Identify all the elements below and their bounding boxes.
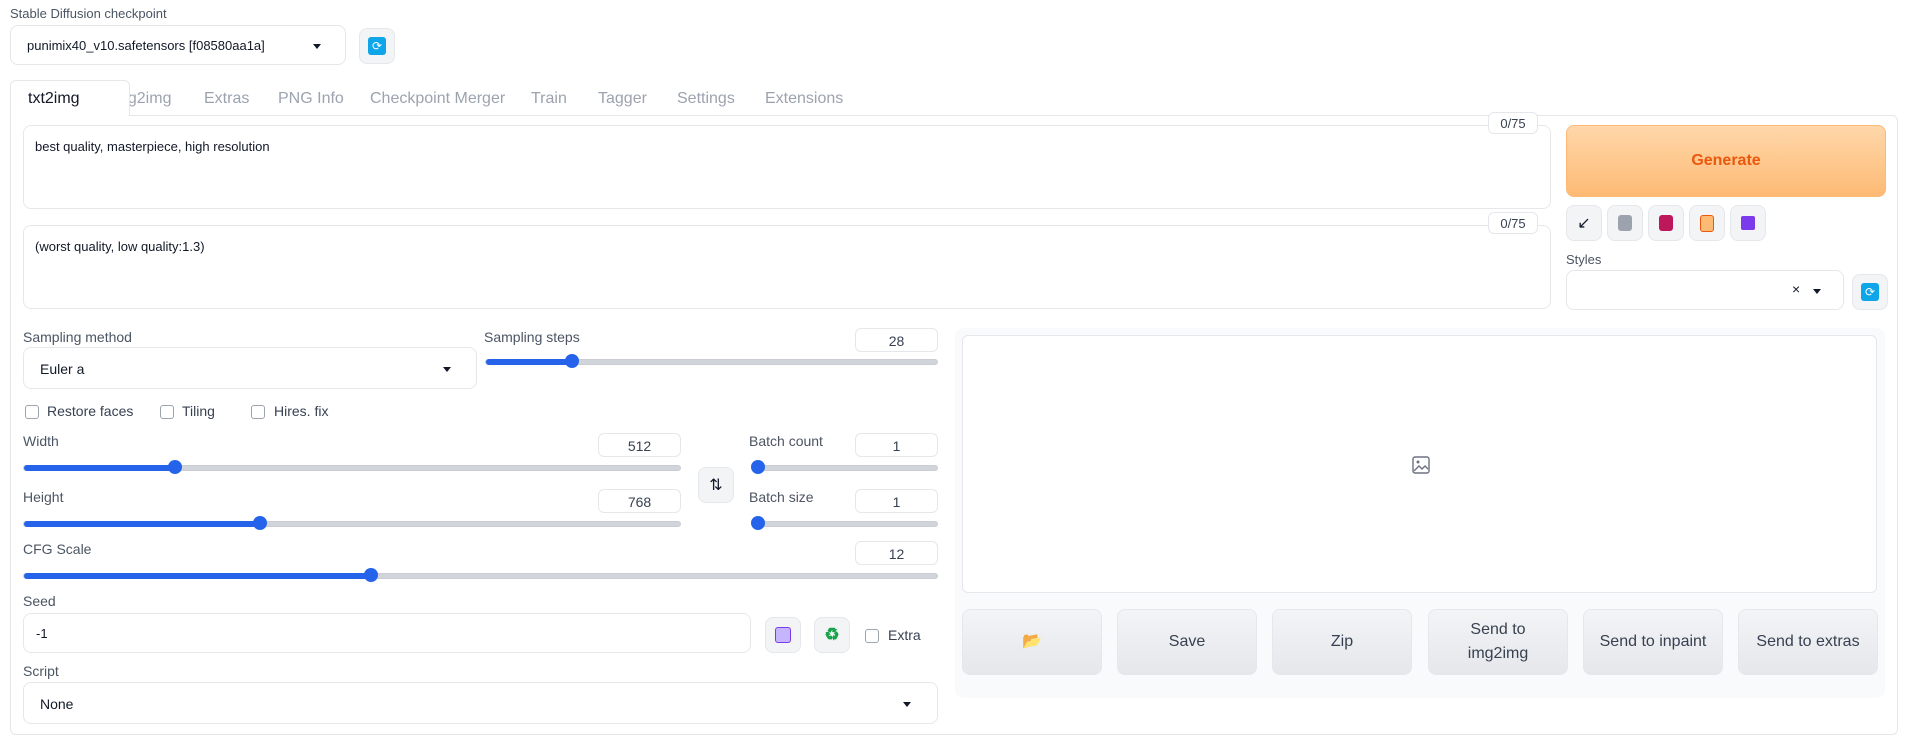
refresh-icon: ⟳ — [368, 37, 386, 55]
checkpoint-label: Stable Diffusion checkpoint — [10, 6, 167, 21]
floppy-disk-icon — [1741, 216, 1755, 230]
extra-seed-checkbox[interactable] — [865, 629, 879, 643]
open-folder-button[interactable]: 📂 — [962, 609, 1102, 675]
chevron-down-icon — [1813, 289, 1821, 294]
cfg-scale-label: CFG Scale — [23, 541, 92, 557]
image-placeholder-icon — [1412, 456, 1430, 474]
batch-count-slider[interactable] — [751, 460, 938, 474]
output-image-area — [962, 335, 1877, 593]
refresh-checkpoint-button[interactable]: ⟳ — [359, 28, 395, 64]
slider-thumb[interactable] — [363, 568, 378, 582]
sampling-steps-label: Sampling steps — [484, 329, 580, 345]
script-label: Script — [23, 663, 59, 679]
checkpoint-value: punimix40_v10.safetensors [f08580aa1a] — [27, 38, 265, 53]
send-to-img2img-button[interactable]: Send to img2img — [1428, 609, 1568, 675]
chevron-down-icon — [443, 367, 451, 372]
hires-fix-checkbox[interactable] — [251, 405, 265, 419]
tab-txt2img[interactable]: txt2img — [10, 80, 130, 116]
save-button[interactable]: Save — [1117, 609, 1257, 675]
restore-faces-checkbox[interactable] — [25, 405, 39, 419]
height-slider[interactable] — [23, 516, 681, 530]
seed-input[interactable]: -1 — [23, 613, 751, 653]
recycle-icon: ♻ — [824, 625, 840, 644]
batch-size-input[interactable]: 1 — [855, 489, 938, 513]
slider-thumb[interactable] — [751, 460, 765, 474]
width-label: Width — [23, 433, 59, 449]
styles-select[interactable]: × — [1566, 270, 1844, 310]
cfg-scale-input[interactable]: 12 — [855, 541, 938, 565]
save-style-button[interactable] — [1730, 205, 1766, 241]
trash-icon — [1618, 215, 1632, 231]
clipboard-icon — [1700, 214, 1714, 232]
styles-label: Styles — [1566, 252, 1602, 267]
swap-vertical-icon: ⇅ — [709, 477, 723, 494]
width-input[interactable]: 512 — [598, 433, 681, 457]
tab-png-info[interactable]: PNG Info — [278, 90, 344, 108]
tiling-label: Tiling — [182, 403, 215, 419]
apply-style-button[interactable] — [1689, 205, 1725, 241]
negative-prompt-textarea[interactable]: (worst quality, low quality:1.3) — [23, 225, 1551, 309]
generate-button[interactable]: Generate — [1566, 125, 1886, 197]
height-label: Height — [23, 489, 64, 505]
clear-prompt-button[interactable] — [1607, 205, 1643, 241]
random-seed-button[interactable] — [765, 617, 801, 653]
refresh-styles-button[interactable]: ⟳ — [1852, 274, 1888, 310]
negative-prompt-text: (worst quality, low quality:1.3) — [35, 239, 205, 254]
cfg-scale-slider[interactable] — [23, 568, 938, 582]
prompt-textarea[interactable]: best quality, masterpiece, high resoluti… — [23, 125, 1551, 209]
batch-count-input[interactable]: 1 — [855, 433, 938, 457]
arrow-down-left-icon: ↙ — [1577, 215, 1591, 232]
book-icon — [1659, 215, 1673, 231]
chevron-down-icon — [313, 44, 321, 49]
tab-settings[interactable]: Settings — [677, 90, 735, 108]
tab-checkpoint-merger[interactable]: Checkpoint Merger — [370, 90, 505, 108]
restore-faces-label: Restore faces — [47, 403, 134, 419]
sampling-method-select[interactable]: Euler a — [23, 347, 477, 389]
tab-tagger[interactable]: Tagger — [598, 90, 647, 108]
negative-prompt-token-counter: 0/75 — [1488, 212, 1538, 234]
width-slider[interactable] — [23, 460, 681, 474]
hires-fix-label: Hires. fix — [274, 403, 329, 419]
extra-networks-button[interactable] — [1648, 205, 1684, 241]
seed-label: Seed — [23, 593, 56, 609]
seed-value: -1 — [36, 626, 48, 641]
send-to-inpaint-button[interactable]: Send to inpaint — [1583, 609, 1723, 675]
script-value: None — [40, 696, 74, 712]
slider-thumb[interactable] — [751, 516, 765, 530]
batch-count-label: Batch count — [749, 433, 823, 449]
sampling-steps-slider[interactable] — [485, 354, 938, 368]
clear-icon[interactable]: × — [1792, 281, 1800, 297]
batch-size-slider[interactable] — [751, 516, 938, 530]
slider-thumb[interactable] — [167, 460, 182, 474]
read-params-button[interactable]: ↙ — [1566, 205, 1602, 241]
slider-thumb[interactable] — [564, 354, 579, 368]
refresh-icon: ⟳ — [1861, 283, 1879, 301]
swap-dimensions-button[interactable]: ⇅ — [698, 467, 734, 503]
tiling-checkbox[interactable] — [160, 405, 174, 419]
reuse-seed-button[interactable]: ♻ — [814, 617, 850, 653]
tab-train[interactable]: Train — [531, 90, 567, 108]
chevron-down-icon — [903, 702, 911, 707]
zip-button[interactable]: Zip — [1272, 609, 1412, 675]
extra-seed-label: Extra — [888, 627, 921, 643]
send-to-extras-button[interactable]: Send to extras — [1738, 609, 1878, 675]
checkpoint-select[interactable]: punimix40_v10.safetensors [f08580aa1a] — [10, 25, 346, 65]
dice-icon — [775, 627, 791, 643]
prompt-text: best quality, masterpiece, high resoluti… — [35, 139, 270, 154]
height-input[interactable]: 768 — [598, 489, 681, 513]
tab-extras[interactable]: Extras — [204, 90, 249, 108]
script-select[interactable]: None — [23, 682, 938, 724]
prompt-token-counter: 0/75 — [1488, 112, 1538, 134]
sampling-steps-input[interactable]: 28 — [855, 328, 938, 352]
sampling-method-label: Sampling method — [23, 329, 132, 345]
tab-extensions[interactable]: Extensions — [765, 90, 843, 108]
sampling-method-value: Euler a — [40, 361, 85, 377]
batch-size-label: Batch size — [749, 489, 814, 505]
folder-icon: 📂 — [1022, 633, 1042, 650]
